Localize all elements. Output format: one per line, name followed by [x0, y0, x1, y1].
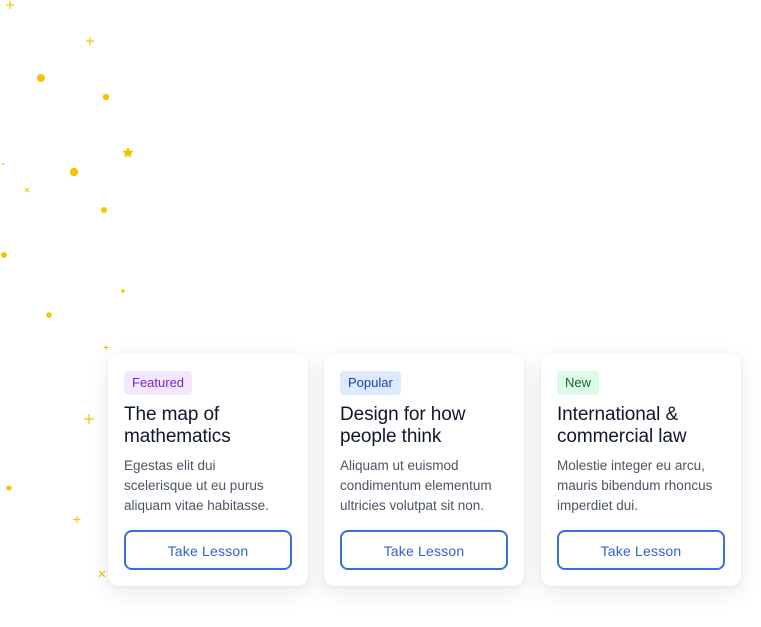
card-title-line: International & [557, 404, 679, 425]
plus-icon [103, 345, 109, 350]
dot-icon [102, 93, 110, 101]
lesson-card-featured: Featured The map of mathematics Egestas … [108, 354, 308, 586]
card-description: Molestie integer eu arcu, mauris bibendu… [557, 456, 725, 516]
card-description-line: ultricies volutpat sit non. [340, 498, 485, 513]
card-title-line: commercial law [557, 426, 687, 447]
card-description-line: aliquam vitae habitasse. [124, 498, 269, 513]
card-description-line: scelerisque ut eu purus [124, 478, 264, 493]
card-title: The map of mathematics [124, 404, 292, 448]
popular-badge: Popular [340, 371, 401, 395]
featured-badge: Featured [124, 371, 193, 395]
card-title: Design for how people think [340, 404, 508, 448]
dot-icon [6, 485, 12, 491]
plus-icon [6, 1, 14, 9]
card-description-line: Aliquam ut euismod [340, 458, 459, 473]
dot-icon [101, 207, 107, 213]
card-title-line: Design for how [340, 404, 466, 425]
cross-icon [24, 187, 30, 193]
star-icon [122, 147, 134, 158]
card-description-line: Egestas elit dui [124, 458, 216, 473]
take-lesson-button[interactable]: Take Lesson [124, 530, 292, 570]
lesson-card-popular: Popular Design for how people think Aliq… [324, 354, 524, 586]
dot-icon [37, 74, 45, 82]
dot-icon [2, 163, 4, 165]
plus-icon [73, 516, 81, 523]
card-description-line: imperdiet dui. [557, 498, 639, 513]
card-title-line: The map of [124, 404, 220, 425]
card-description: Aliquam ut euismod condimentum elementum… [340, 456, 508, 516]
cross-icon [98, 570, 106, 578]
card-title-line: mathematics [124, 426, 231, 447]
lesson-card-new: New International & commercial law Moles… [541, 354, 741, 586]
card-description-line: Molestie integer eu arcu, [557, 458, 705, 473]
dot-icon [69, 167, 79, 177]
dot-icon [1, 252, 7, 258]
new-badge: New [557, 371, 600, 395]
take-lesson-button[interactable]: Take Lesson [557, 530, 725, 570]
plus-icon [84, 414, 94, 424]
card-description: Egestas elit dui scelerisque ut eu purus… [124, 456, 292, 516]
card-description-line: condimentum elementum [340, 478, 492, 493]
card-title-line: people think [340, 426, 442, 447]
dot-icon [121, 289, 125, 293]
card-description-line: mauris bibendum rhoncus [557, 478, 713, 493]
take-lesson-button[interactable]: Take Lesson [340, 530, 508, 570]
plus-icon [86, 37, 94, 45]
card-title: International & commercial law [557, 404, 725, 448]
dot-icon [46, 312, 52, 318]
